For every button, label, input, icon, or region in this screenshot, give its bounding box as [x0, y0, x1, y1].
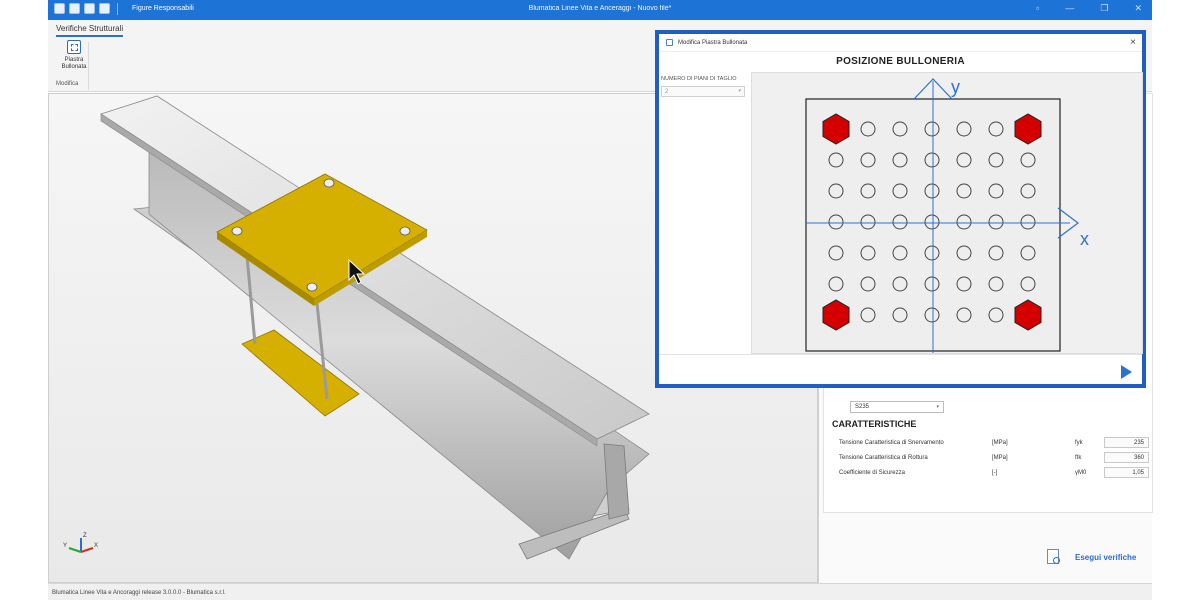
next-play-button[interactable]: [1121, 365, 1132, 379]
y-axis-label: y: [951, 77, 960, 97]
bolt-head: [399, 226, 411, 236]
chevron-down-icon: ▾: [738, 88, 741, 94]
shear-planes-label: NUMERO DI PIANI DI TAGLIO: [661, 76, 737, 82]
property-value-field[interactable]: 1,05: [1104, 467, 1149, 478]
tab-verifiche-strutturali[interactable]: Verifiche Strutturali: [56, 24, 124, 37]
property-value-field[interactable]: 360: [1104, 452, 1149, 463]
dialog-title-bar: Modifica Piastra Bullonata ×: [659, 34, 1142, 52]
button-label-line2: Bullonata: [61, 64, 87, 70]
property-symbol: ftk: [1075, 455, 1082, 461]
window-title: Blumatica Linee Vita e Anceraggi - Nuovo…: [528, 5, 672, 12]
status-bar: Blumatica Linee Vita e Ancoraggi release…: [48, 583, 1152, 600]
group-label-modifica: Modifica: [56, 81, 79, 87]
bolted-plate-dialog: Modifica Piastra Bullonata × POSIZIONE B…: [655, 30, 1146, 388]
close-button[interactable]: ✕: [1134, 3, 1142, 14]
shear-planes-value: 2: [665, 89, 669, 95]
run-checks-button[interactable]: Esegui verifiche: [1047, 549, 1147, 567]
steel-grade-select[interactable]: S235 ▾: [850, 401, 944, 413]
plate-icon: [67, 40, 81, 54]
dialog-heading: POSIZIONE BULLONERIA: [836, 56, 965, 67]
property-row: Tensione Caratteristica di Rottura [MPa]…: [839, 452, 1149, 466]
property-unit: [-]: [992, 470, 998, 476]
property-symbol: γM0: [1075, 470, 1087, 476]
property-symbol: fyk: [1075, 440, 1083, 446]
dialog-footer-separator: [659, 354, 1142, 355]
dialog-close-button[interactable]: ×: [1130, 37, 1136, 48]
minimize-button[interactable]: —: [1065, 3, 1074, 14]
property-name: Tensione Caratteristica di Snervamento: [839, 440, 944, 446]
property-name: Coefficiente di Sicurezza: [839, 470, 905, 476]
property-value-field[interactable]: 235: [1104, 437, 1149, 448]
axis-x-label: X: [94, 543, 98, 549]
section-title: CARATTERISTICHE: [832, 419, 917, 429]
run-checks-label: Esegui verifiche: [1075, 553, 1137, 562]
app-window: 👤 Figure Responsabili Blumatica Linee Vi…: [0, 0, 1200, 600]
bolt-layout-canvas[interactable]: y x: [751, 72, 1143, 354]
chevron-down-icon: ▾: [936, 404, 939, 410]
property-row: Coefficiente di Sicurezza [-] γM0 1,05: [839, 467, 1149, 481]
report-search-icon: [1047, 549, 1060, 564]
bolt-layout-drawing: y x: [805, 77, 1089, 353]
window-controls: ▫ — ❐ ✕: [1036, 3, 1142, 14]
dialog-title: Modifica Piastra Bullonata: [678, 40, 748, 46]
axis-y-label: Y: [63, 543, 67, 549]
shear-planes-select[interactable]: 2 ▾: [661, 86, 745, 97]
bolt-head: [323, 178, 335, 188]
axes-orientation-icon: Z X Y: [63, 533, 98, 553]
dialog-window-icon: [666, 39, 673, 46]
property-row: Tensione Caratteristica di Snervamento […: [839, 437, 1149, 451]
property-unit: [MPa]: [992, 440, 1008, 446]
axis-z-label: Z: [83, 533, 87, 539]
bolt-head: [231, 226, 243, 236]
property-name: Tensione Caratteristica di Rottura: [839, 455, 928, 461]
button-label-line1: Piastra: [64, 57, 84, 63]
bolt-head: [306, 282, 318, 292]
property-unit: [MPa]: [992, 455, 1008, 461]
maximize-button[interactable]: ❐: [1100, 3, 1108, 14]
piastra-bullonata-button[interactable]: Piastra Bullonata: [56, 40, 92, 71]
title-bar: 👤 Figure Responsabili Blumatica Linee Vi…: [48, 0, 1152, 20]
group-separator: [88, 42, 89, 90]
x-axis-label: x: [1080, 229, 1089, 249]
steel-grade-value: S235: [855, 404, 870, 410]
restore-layout-icon[interactable]: ▫: [1036, 3, 1039, 14]
